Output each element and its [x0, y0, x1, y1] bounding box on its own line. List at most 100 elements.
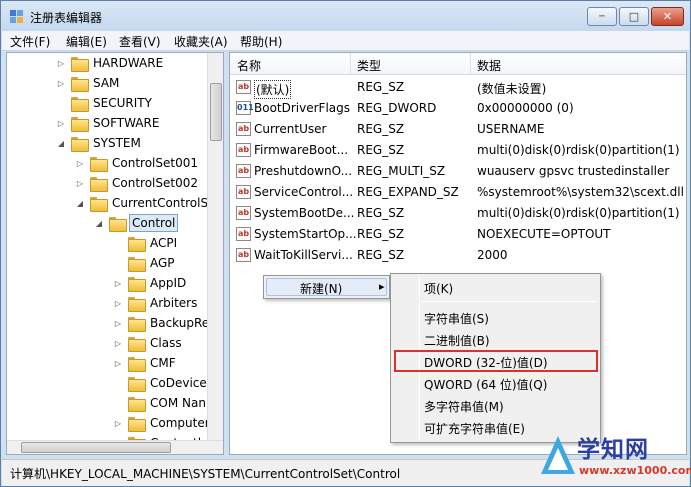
tree-item[interactable]: ▷ ControlSet001	[74, 153, 200, 173]
expand-arrow-icon[interactable]: ▷	[55, 79, 67, 88]
folder-icon	[128, 296, 146, 312]
menu-view[interactable]: 查看(V)	[119, 33, 161, 50]
value-type: REG_SZ	[357, 122, 405, 136]
tree-item-label: Class	[150, 336, 182, 350]
collapse-arrow-icon[interactable]: ◢	[74, 199, 86, 208]
tree-item[interactable]: ▷ SAM	[55, 73, 121, 93]
value-row[interactable]: 011 BootDriverFlags REG_DWORD 0x00000000 (0…	[230, 98, 686, 119]
menu-separator	[421, 301, 597, 302]
regedit-app-icon	[10, 10, 23, 23]
string-value-icon: ab	[236, 206, 251, 220]
submenu-item-string-value[interactable]: 字符串值(S)	[424, 310, 489, 327]
value-data: USERNAME	[477, 122, 545, 136]
binary-value-icon: 011	[236, 101, 254, 115]
registry-tree[interactable]: ▷ HARDWARE ▷ SAM SECURITY ▷ SOFTWARE ◢ SYSTEM ▷ Co…	[6, 52, 224, 455]
tree-item[interactable]: AGP	[112, 253, 177, 273]
menu-favorites[interactable]: 收藏夹(A)	[174, 33, 228, 50]
title-bar[interactable]: 注册表编辑器 ─ □ ✕	[1, 1, 690, 31]
tree-vertical-scroll-thumb[interactable]	[210, 83, 222, 141]
tree-item[interactable]: ▷ SOFTWARE	[55, 113, 161, 133]
tree-horizontal-scrollbar[interactable]	[7, 440, 223, 454]
string-value-icon: ab	[236, 80, 251, 94]
value-row[interactable]: ab SystemBootDe... REG_SZ multi(0)disk(0)rd…	[230, 203, 686, 224]
submenu-item-multi-string-value[interactable]: 多字符串值(M)	[424, 398, 504, 415]
submenu-item-binary-value[interactable]: 二进制值(B)	[424, 332, 490, 349]
column-header-name[interactable]: 名称	[237, 57, 261, 74]
value-row[interactable]: ab FirmwareBoot... REG_SZ multi(0)disk(0)rd…	[230, 140, 686, 161]
maximize-button[interactable]: □	[619, 7, 649, 26]
context-item-new[interactable]: 新建(N) ▸	[266, 278, 387, 296]
submenu-arrow-icon: ▸	[379, 280, 385, 293]
expand-arrow-icon[interactable]: ▷	[112, 339, 124, 348]
expand-arrow-icon[interactable]: ▷	[112, 319, 124, 328]
tree-item-label: CurrentControlSe	[112, 196, 216, 210]
folder-icon	[128, 256, 146, 272]
tree-item[interactable]: ▷ CMF	[112, 353, 178, 373]
folder-icon	[109, 216, 127, 232]
submenu-item-qword-value[interactable]: QWORD (64 位)值(Q)	[424, 376, 547, 393]
menu-help[interactable]: 帮助(H)	[240, 33, 282, 50]
value-type: REG_SZ	[357, 227, 405, 241]
menu-file[interactable]: 文件(F)	[10, 33, 50, 50]
expand-arrow-icon[interactable]: ▷	[112, 279, 124, 288]
tree-item[interactable]: ◢ Control	[93, 213, 179, 233]
tree-item[interactable]: ◢ CurrentControlSe	[74, 193, 217, 213]
expand-arrow-icon[interactable]: ▷	[74, 159, 86, 168]
value-row[interactable]: ab SystemStartOp... REG_SZ NOEXECUTE=OPTOU…	[230, 224, 686, 245]
tree-item[interactable]: CoDeviceI	[112, 373, 212, 393]
tree-item[interactable]: ▷ Arbiters	[112, 293, 199, 313]
expand-arrow-icon[interactable]: ▷	[112, 419, 124, 428]
submenu-item-expandable-string-value[interactable]: 可扩充字符串值(E)	[424, 420, 525, 437]
collapse-arrow-icon[interactable]: ◢	[93, 219, 105, 228]
window-title: 注册表编辑器	[30, 11, 103, 25]
value-row[interactable]: ab CurrentUser REG_SZ USERNAME	[230, 119, 686, 140]
minimize-button[interactable]: ─	[587, 7, 617, 26]
tree-item[interactable]: ▷ HARDWARE	[55, 53, 165, 73]
tree-item[interactable]: SECURITY	[55, 93, 154, 113]
tree-item-label: Arbiters	[150, 296, 198, 310]
tree-horizontal-scroll-thumb[interactable]	[21, 442, 171, 453]
tree-item[interactable]: ▷ BackupRe	[112, 313, 211, 333]
tree-item[interactable]: COM Nan	[112, 393, 208, 413]
watermark-url: www.xzw1000.com	[579, 464, 691, 477]
value-row[interactable]: ab ServiceControl... REG_EXPAND_SZ %systemr…	[230, 182, 686, 203]
expand-arrow-icon[interactable]: ▷	[74, 179, 86, 188]
menu-edit[interactable]: 编辑(E)	[66, 33, 107, 50]
close-button[interactable]: ✕	[651, 7, 684, 26]
dword-highlight-annotation	[394, 350, 598, 372]
expand-arrow-icon[interactable]: ▷	[112, 359, 124, 368]
tree-item[interactable]: ▷ ControlSet002	[74, 173, 200, 193]
expand-arrow-icon[interactable]: ▷	[55, 119, 67, 128]
tree-item[interactable]: ACPI	[112, 233, 179, 253]
tree-item-label: HARDWARE	[93, 56, 164, 70]
expand-arrow-icon[interactable]: ▷	[55, 59, 67, 68]
folder-icon	[128, 416, 146, 432]
column-header-data[interactable]: 数据	[477, 57, 501, 74]
tree-item[interactable]: ▷ Class	[112, 333, 184, 353]
regedit-window: 注册表编辑器 ─ □ ✕ 文件(F) 编辑(E) 查看(V) 收藏夹(A) 帮助…	[0, 0, 691, 487]
tree-item-label: ControlSet001	[112, 156, 198, 170]
tree-item-label: Control	[129, 214, 179, 232]
column-divider[interactable]	[350, 53, 351, 75]
column-divider[interactable]	[470, 53, 471, 75]
expand-arrow-icon[interactable]: ▷	[112, 299, 124, 308]
column-header-type[interactable]: 类型	[357, 57, 381, 74]
value-type: REG_DWORD	[357, 101, 437, 115]
tree-item[interactable]: ▷ Computer	[112, 413, 212, 433]
value-data: 2000	[477, 248, 508, 262]
value-row[interactable]: ab PreshutdownO... REG_MULTI_SZ wuauserv gp…	[230, 161, 686, 182]
close-icon: ✕	[662, 10, 673, 23]
submenu-item-key[interactable]: 项(K)	[424, 280, 453, 297]
value-data: NOEXECUTE=OPTOUT	[477, 227, 611, 241]
tree-vertical-scrollbar[interactable]	[207, 53, 223, 454]
tree-item-label: SOFTWARE	[93, 116, 160, 130]
string-value-icon: ab	[236, 122, 251, 136]
value-row[interactable]: ab (默认) REG_SZ (数值未设置)	[230, 77, 686, 99]
value-type: REG_SZ	[357, 206, 405, 220]
collapse-arrow-icon[interactable]: ◢	[55, 139, 67, 148]
value-type: REG_SZ	[357, 80, 405, 94]
tree-item[interactable]: ▷ AppID	[112, 273, 188, 293]
value-name: SystemStartOp...	[254, 227, 357, 241]
tree-item[interactable]: ◢ SYSTEM	[55, 133, 143, 153]
value-row[interactable]: ab WaitToKillServi... REG_SZ 2000	[230, 245, 686, 266]
